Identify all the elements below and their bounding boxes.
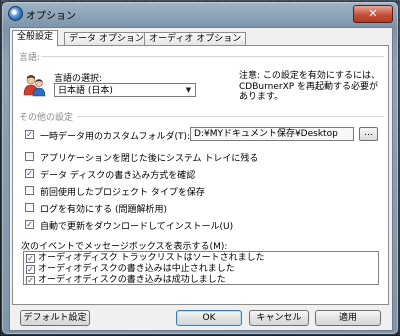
event-label: オーディオディスクの書き込みは中止されました xyxy=(38,264,235,274)
chevron-down-icon[interactable]: ▼ xyxy=(182,84,195,96)
save-project-type-checkbox[interactable] xyxy=(25,186,34,195)
event-checkbox[interactable]: ✓ xyxy=(26,254,35,263)
browse-button[interactable]: ... xyxy=(359,127,378,141)
cancel-button[interactable]: キャンセル xyxy=(249,310,309,326)
temp-folder-checkbox[interactable]: ✓ xyxy=(25,130,34,139)
language-divider xyxy=(41,56,384,57)
temp-folder-input[interactable]: D:¥MYドキュメント保存¥Desktop xyxy=(190,127,354,141)
temp-folder-label: 一時データ用のカスタムフォルダ(T): xyxy=(40,132,191,142)
cdburner-icon xyxy=(8,6,23,21)
language-select-value: 日本語 (日本) xyxy=(58,86,113,96)
close-button[interactable]: ✕ xyxy=(353,5,393,23)
events-listbox[interactable]: ✓ オーディオディスク トラックリストはソートされました ✓ オーディオディスクの書… xyxy=(23,251,379,285)
enable-log-checkbox[interactable] xyxy=(25,203,34,212)
event-label: オーディオディスクの書き込みは成功しました xyxy=(38,275,226,285)
list-item[interactable]: ✓ オーディオディスクの書き込みは中止されました xyxy=(26,264,235,275)
event-checkbox[interactable]: ✓ xyxy=(26,276,35,284)
event-checkbox[interactable]: ✓ xyxy=(26,265,35,274)
verify-write-checkbox[interactable]: ✓ xyxy=(25,169,34,178)
tab-audio-options[interactable]: オーディオ オプション xyxy=(144,32,247,46)
users-language-icon xyxy=(23,75,46,97)
language-select[interactable]: 日本語 (日本) ▼ xyxy=(54,83,196,97)
tray-option-label: アプリケーションを閉じた後にシステム トレイに残る xyxy=(40,154,259,164)
title-bar[interactable]: オプション ✕ xyxy=(2,2,398,24)
save-project-type-label: 前回使用したプロジェクト タイプを保存 xyxy=(40,188,205,198)
tab-data-options[interactable]: データ オプション xyxy=(64,32,149,46)
verify-write-label: データ ディスクの書き込み方式を確認 xyxy=(40,171,196,181)
window-title: オプション xyxy=(26,11,76,22)
default-settings-button[interactable]: デフォルト設定 xyxy=(20,310,90,326)
options-dialog: オプション ✕ 全般設定 データ オプション オーディオ オプション 言語: 言… xyxy=(1,1,399,335)
auto-update-label: 自動で更新をダウンロードしてインストール(U) xyxy=(40,222,234,232)
dialog-client: 全般設定 データ オプション オーディオ オプション 言語: 言語の選択: 日本… xyxy=(9,27,393,331)
other-settings-section-label: その他の設定 xyxy=(19,113,74,123)
language-section-label: 言語: xyxy=(19,53,41,63)
general-settings-panel: 言語: 言語の選択: 日本語 (日本) ▼ 注意: この設定を有効にするには、C… xyxy=(12,45,389,305)
other-settings-divider xyxy=(77,116,384,117)
event-label: オーディオディスク トラックリストはソートされました xyxy=(38,253,265,263)
tray-option-checkbox[interactable] xyxy=(25,152,34,161)
list-item[interactable]: ✓ オーディオディスク トラックリストはソートされました xyxy=(26,253,265,264)
apply-button[interactable]: 適用 xyxy=(315,310,381,326)
auto-update-checkbox[interactable]: ✓ xyxy=(25,220,34,229)
restart-note: 注意: この設定を有効にするには、CDBurnerXP を再起動する必要がありま… xyxy=(239,71,380,102)
enable-log-label: ログを有効にする (問題解析用) xyxy=(40,205,167,215)
tab-general[interactable]: 全般設定 xyxy=(12,30,59,46)
ok-button[interactable]: OK xyxy=(176,310,242,326)
list-item[interactable]: ✓ オーディオディスクの書き込みは成功しました xyxy=(26,275,226,285)
